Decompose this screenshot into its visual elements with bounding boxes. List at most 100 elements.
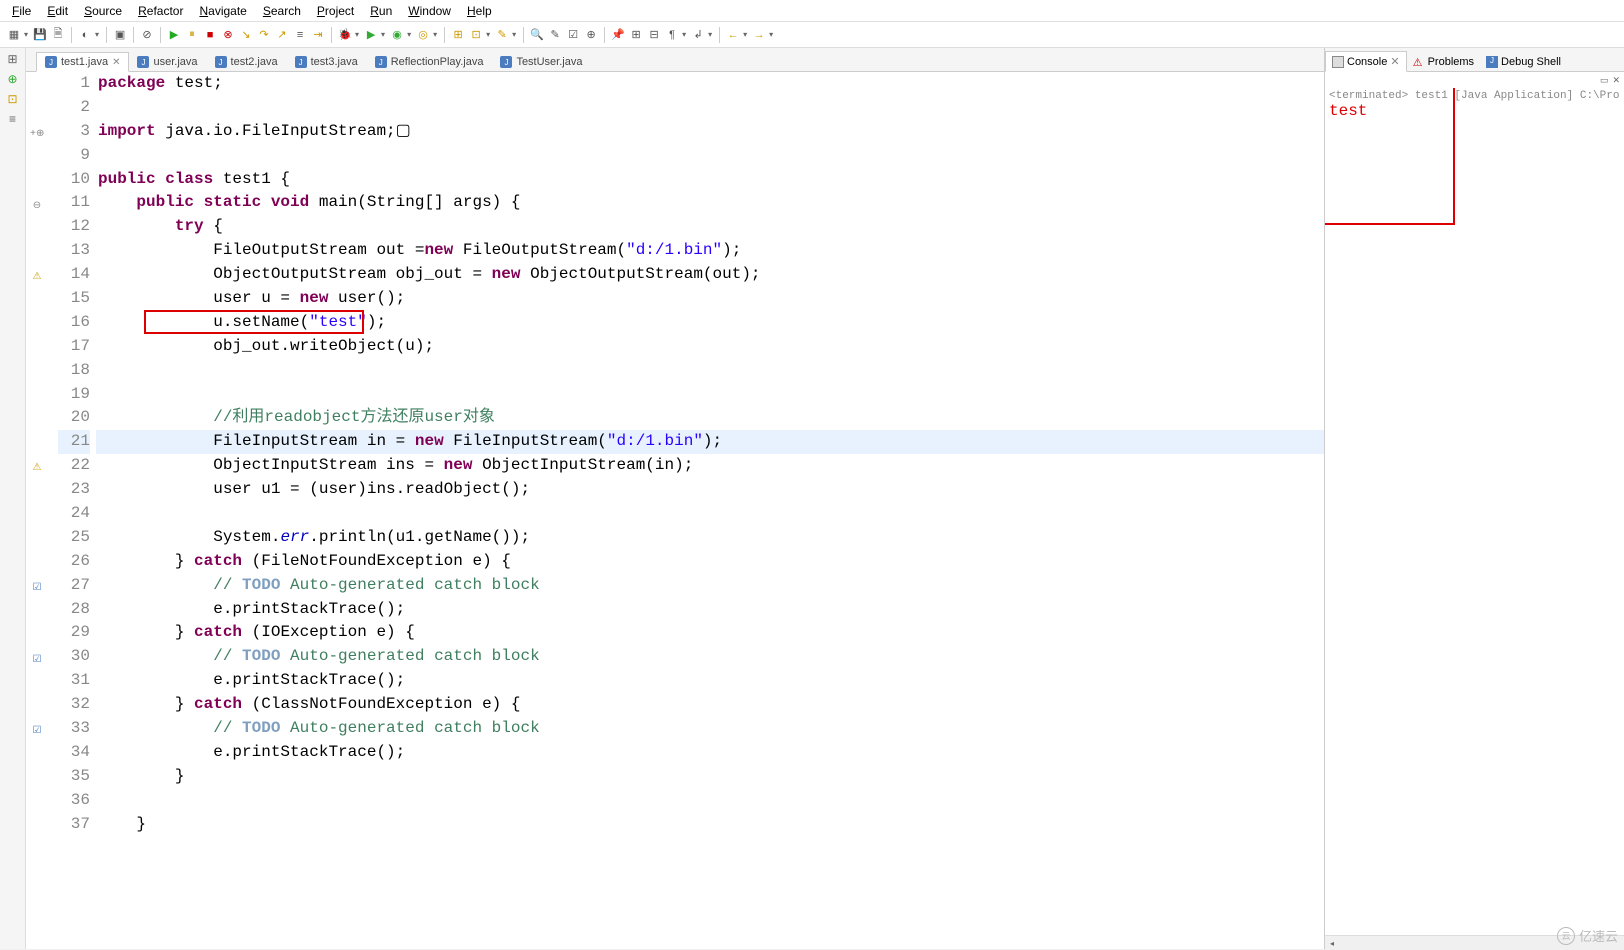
- step-return-icon[interactable]: ↗: [274, 27, 290, 43]
- code-line[interactable]: e.printStackTrace();: [96, 741, 1324, 765]
- gutter-marker[interactable]: ⚠: [30, 457, 44, 471]
- gutter-marker[interactable]: ☑: [30, 577, 44, 591]
- menu-run[interactable]: Run: [362, 2, 400, 20]
- forward-icon[interactable]: →: [751, 27, 767, 43]
- code-line[interactable]: try {: [96, 215, 1324, 239]
- code-line[interactable]: public static void main(String[] args) {: [96, 191, 1324, 215]
- view-tab-console[interactable]: Console ✕: [1325, 51, 1407, 72]
- menu-edit[interactable]: Edit: [39, 2, 76, 20]
- menu-refactor[interactable]: Refactor: [130, 2, 191, 20]
- code-line[interactable]: obj_out.writeObject(u);: [96, 335, 1324, 359]
- gutter-marker[interactable]: ☑: [30, 720, 44, 734]
- collapse-icon[interactable]: ⊟: [646, 27, 662, 43]
- code-line[interactable]: // TODO Auto-generated catch block: [96, 717, 1324, 741]
- close-view-icon[interactable]: ✕: [1612, 75, 1620, 86]
- new-wizard-icon[interactable]: ✎: [494, 27, 510, 43]
- package-explorer-icon[interactable]: ⊕: [7, 72, 17, 86]
- menu-source[interactable]: Source: [76, 2, 130, 20]
- editor-tab[interactable]: JTestUser.java: [492, 53, 591, 71]
- minimize-icon[interactable]: ▭: [1600, 75, 1609, 86]
- code-line[interactable]: u.setName("test");: [96, 311, 1324, 335]
- code-line[interactable]: }: [96, 765, 1324, 789]
- code-line[interactable]: public class test1 {: [96, 168, 1324, 192]
- menu-help[interactable]: Help: [459, 2, 500, 20]
- code-line[interactable]: user u1 = (user)ins.readObject();: [96, 478, 1324, 502]
- gutter-marker[interactable]: ⊖: [30, 195, 44, 209]
- code-line[interactable]: System.err.println(u1.getName());: [96, 526, 1324, 550]
- save-all-icon[interactable]: 🗎: [50, 27, 66, 43]
- menu-window[interactable]: Window: [400, 2, 459, 20]
- code-line[interactable]: ObjectOutputStream obj_out = new ObjectO…: [96, 263, 1324, 287]
- debug-pause-icon[interactable]: ⏸: [184, 27, 200, 43]
- gutter-marker[interactable]: ☑: [30, 649, 44, 663]
- wrap-icon[interactable]: ↲: [690, 27, 706, 43]
- code-line[interactable]: [96, 359, 1324, 383]
- close-tab-icon[interactable]: ✕: [112, 57, 120, 68]
- code-line[interactable]: } catch (FileNotFoundException e) {: [96, 550, 1324, 574]
- task-icon[interactable]: ☑: [565, 27, 581, 43]
- code-editor[interactable]: +⊕⊖⚠⚠☑☑☑ 1239101112131415161718192021222…: [26, 72, 1324, 949]
- code-line[interactable]: }: [96, 813, 1324, 837]
- code-line[interactable]: // TODO Auto-generated catch block: [96, 574, 1324, 598]
- code-line[interactable]: } catch (IOException e) {: [96, 621, 1324, 645]
- menu-search[interactable]: Search: [255, 2, 309, 20]
- code-line[interactable]: ObjectInputStream ins = new ObjectInputS…: [96, 454, 1324, 478]
- toggle-icon[interactable]: ⊕: [583, 27, 599, 43]
- run-last-icon[interactable]: ◎: [415, 27, 431, 43]
- run-icon[interactable]: ▶: [363, 27, 379, 43]
- coverage-icon[interactable]: ◉: [389, 27, 405, 43]
- close-tab-icon[interactable]: ✕: [1390, 55, 1399, 68]
- code-line[interactable]: [96, 144, 1324, 168]
- navigator-icon[interactable]: ⊡: [7, 92, 17, 106]
- gutter-marker[interactable]: +⊕: [30, 123, 44, 137]
- editor-tab[interactable]: Jtest1.java ✕: [36, 52, 129, 72]
- new-class-icon[interactable]: ⊡: [468, 27, 484, 43]
- step-over-icon[interactable]: ↷: [256, 27, 272, 43]
- new-icon[interactable]: ▦: [6, 27, 22, 43]
- code-line[interactable]: [96, 96, 1324, 120]
- step-into-icon[interactable]: ↘: [238, 27, 254, 43]
- bug-icon[interactable]: 🐞: [337, 27, 353, 43]
- gutter-marker[interactable]: ⚠: [30, 266, 44, 280]
- code-line[interactable]: FileOutputStream out =new FileOutputStre…: [96, 239, 1324, 263]
- code-line[interactable]: [96, 383, 1324, 407]
- search-icon[interactable]: 🔍: [529, 27, 545, 43]
- view-tab-debug-shell[interactable]: JDebug Shell: [1480, 53, 1567, 71]
- format-icon[interactable]: ¶: [664, 27, 680, 43]
- code-content[interactable]: package test; import java.io.FileInputStr…: [96, 72, 1324, 949]
- restore-icon[interactable]: ⊞: [7, 52, 17, 66]
- view-tab-problems[interactable]: ⚠Problems: [1407, 53, 1480, 71]
- menu-project[interactable]: Project: [309, 2, 362, 20]
- debug-continue-icon[interactable]: ▶: [166, 27, 182, 43]
- menu-file[interactable]: File: [4, 2, 39, 20]
- skip-icon[interactable]: ⊘: [139, 27, 155, 43]
- code-line[interactable]: [96, 789, 1324, 813]
- editor-tab[interactable]: Jtest3.java: [287, 53, 367, 71]
- code-line[interactable]: package test;: [96, 72, 1324, 96]
- code-line[interactable]: } catch (ClassNotFoundException e) {: [96, 693, 1324, 717]
- switch-icon[interactable]: ◐: [77, 27, 93, 43]
- code-line[interactable]: import java.io.FileInputStream;▢: [96, 120, 1324, 144]
- new-package-icon[interactable]: ⊞: [450, 27, 466, 43]
- code-line[interactable]: // TODO Auto-generated catch block: [96, 645, 1324, 669]
- debug-stop-icon[interactable]: ■: [202, 27, 218, 43]
- expand-icon[interactable]: ⊞: [628, 27, 644, 43]
- debug-disconnect-icon[interactable]: ⊗: [220, 27, 236, 43]
- console-body[interactable]: <terminated> test1 [Java Application] C:…: [1325, 88, 1624, 935]
- pin-icon[interactable]: 📌: [610, 27, 626, 43]
- menu-navigate[interactable]: Navigate: [191, 2, 254, 20]
- wand-icon[interactable]: ✎: [547, 27, 563, 43]
- outline-icon[interactable]: ≡: [9, 112, 16, 126]
- code-line[interactable]: e.printStackTrace();: [96, 669, 1324, 693]
- code-line[interactable]: //利用readobject方法还原user对象: [96, 406, 1324, 430]
- step-filter-icon[interactable]: ⇥: [310, 27, 326, 43]
- code-line[interactable]: [96, 502, 1324, 526]
- drop-frame-icon[interactable]: ≡: [292, 27, 308, 43]
- scroll-left-icon[interactable]: ◂: [1325, 936, 1339, 950]
- editor-tab[interactable]: JReflectionPlay.java: [367, 53, 493, 71]
- save-icon[interactable]: 💾: [32, 27, 48, 43]
- back-icon[interactable]: ←: [725, 27, 741, 43]
- code-line[interactable]: e.printStackTrace();: [96, 598, 1324, 622]
- build-icon[interactable]: ▣: [112, 27, 128, 43]
- editor-tab[interactable]: Jtest2.java: [207, 53, 287, 71]
